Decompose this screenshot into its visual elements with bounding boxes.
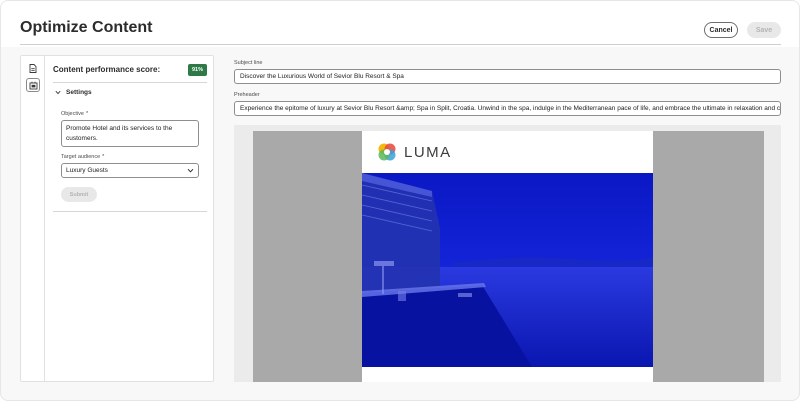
audience-value: Luxury Guests: [66, 167, 108, 174]
preheader-input[interactable]: Experience the epitome of luxury at Sevi…: [234, 101, 781, 116]
page-title: Optimize Content: [20, 19, 153, 36]
chevron-down-icon: [55, 90, 61, 95]
subject-line-input[interactable]: Discover the Luxurious World of Sevior B…: [234, 69, 781, 84]
required-marker: *: [102, 154, 105, 160]
score-divider: [53, 82, 207, 83]
objective-label-text: Objective: [61, 111, 84, 117]
objective-field[interactable]: Promote Hotel and its services to the cu…: [61, 120, 199, 147]
document-icon[interactable]: [26, 61, 40, 75]
luma-logo-icon: [378, 143, 396, 161]
audience-label: Target audience *: [61, 154, 104, 160]
brand-name: LUMA: [404, 143, 452, 161]
audience-label-text: Target audience: [61, 154, 101, 160]
save-button[interactable]: Save: [747, 22, 781, 38]
chevron-down-icon: [187, 168, 194, 173]
score-badge: 91%: [188, 64, 207, 76]
optimization-panel: Content performance score: 91% Settings …: [20, 55, 214, 382]
submit-button[interactable]: Submit: [61, 187, 97, 202]
subject-line-label: Subject line: [234, 60, 263, 66]
settings-divider: [53, 211, 207, 212]
email-preview-canvas: LUMA: [253, 131, 764, 382]
score-label: Content performance score:: [53, 65, 161, 74]
cancel-button[interactable]: Cancel: [704, 22, 738, 38]
side-rail: [21, 56, 45, 381]
objective-label: Objective *: [61, 111, 88, 117]
required-marker: *: [85, 111, 89, 117]
luma-logo: LUMA: [376, 141, 452, 163]
dialog-header: Optimize Content Cancel Save: [1, 1, 799, 47]
settings-accordion[interactable]: Settings: [55, 89, 92, 96]
brush-ai-icon[interactable]: [26, 78, 40, 92]
preheader-label: Preheader: [234, 92, 260, 98]
header-divider: [20, 44, 781, 45]
audience-select[interactable]: Luxury Guests: [61, 163, 199, 178]
optimize-content-dialog: Optimize Content Cancel Save Content per…: [0, 0, 800, 401]
settings-label: Settings: [66, 89, 92, 96]
email-preview: LUMA: [362, 131, 653, 382]
hero-image: [362, 173, 653, 367]
email-preview-area: LUMA: [234, 125, 781, 382]
